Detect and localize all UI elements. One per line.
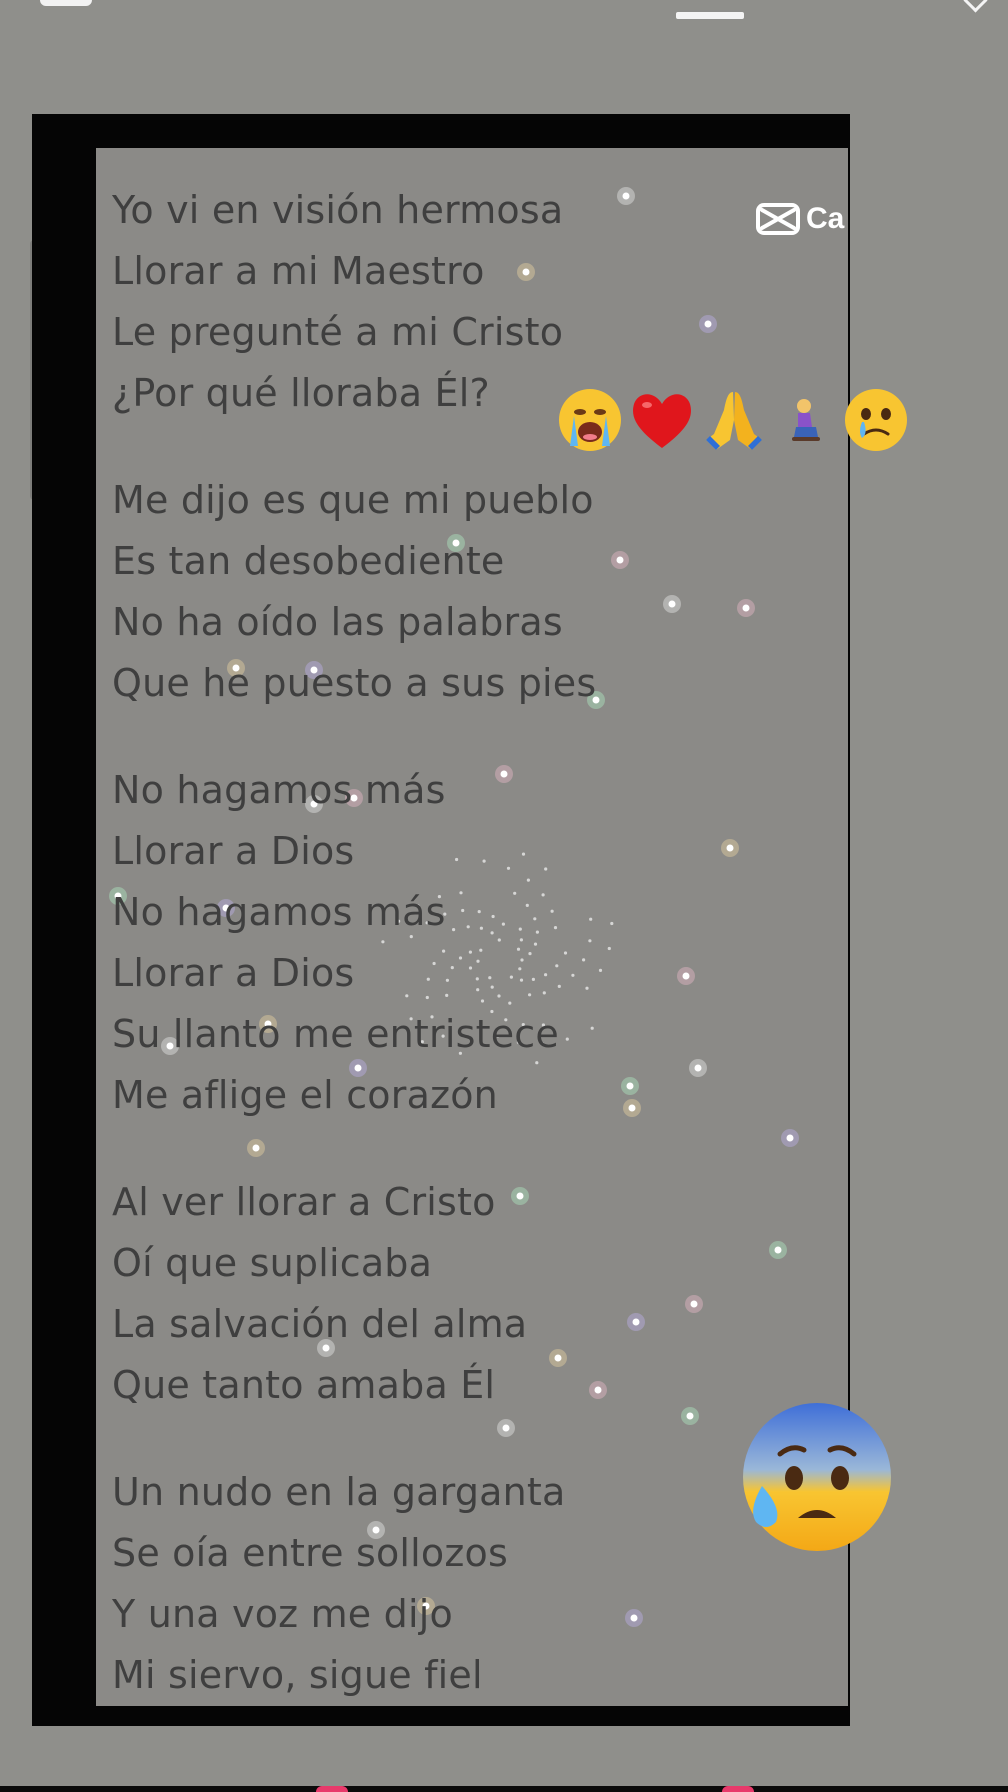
sparkle-glow	[737, 599, 755, 617]
capcut-logo-icon	[756, 203, 800, 235]
video-frame[interactable]: Yo vi en visión hermosa Llorar a mi Maest…	[32, 114, 850, 1726]
drag-handle[interactable]	[676, 12, 744, 19]
lyric-line: Llorar a mi Maestro	[112, 249, 485, 293]
face-holding-back-tears-icon	[845, 389, 907, 451]
back-icon[interactable]	[40, 0, 92, 6]
lyric-line: No ha oído las palabras	[112, 600, 563, 644]
lyric-line: Y una voz me dijo	[112, 1592, 453, 1636]
sparkle-dot	[786, 1134, 794, 1142]
lyric-line: La salvación del alma	[112, 1302, 528, 1346]
lyric-line: Al ver llorar a Cristo	[112, 1180, 496, 1224]
sparkle-dot	[774, 1246, 782, 1254]
lyric-line: Me dijo es que mi pueblo	[112, 478, 594, 522]
lyric-line: Que he puesto a sus pies	[112, 661, 597, 705]
bottom-indicator-left	[316, 1786, 348, 1792]
capcut-label: Ca	[806, 202, 845, 235]
chevron-icon[interactable]	[963, 0, 988, 13]
video-content: Yo vi en visión hermosa Llorar a mi Maest…	[96, 148, 848, 1706]
red-heart-icon	[633, 394, 691, 448]
lyric-line: Llorar a Dios	[112, 829, 355, 873]
praying-hands-icon	[706, 392, 762, 450]
lyric-line: Se oía entre sollozos	[112, 1531, 508, 1575]
lyric-line: Un nudo en la garganta	[112, 1470, 566, 1514]
lyric-line: Le pregunté a mi Cristo	[112, 310, 564, 354]
lyric-line: Oí que suplicaba	[112, 1241, 433, 1285]
lyric-line: Llorar a Dios	[112, 951, 355, 995]
lyric-line: Me aflige el corazón	[112, 1073, 498, 1117]
bottom-indicator-right	[722, 1786, 754, 1792]
bottom-bar	[0, 1786, 1008, 1792]
lyric-line: Su llanto me entristece	[112, 1012, 559, 1056]
anxious-face-with-sweat-icon[interactable]	[738, 1398, 896, 1556]
lyrics-stanza: Al ver llorar a Cristo Oí que suplicaba La…	[112, 1172, 732, 1416]
lyrics-stanza: Un nudo en la garganta Se oía entre sollo…	[112, 1462, 732, 1706]
lyric-line: Yo vi en visión hermosa	[112, 188, 564, 232]
lyric-line: No hagamos más	[112, 890, 446, 934]
sparkle-glow	[781, 1129, 799, 1147]
top-bar	[0, 0, 1008, 24]
crying-face-icon	[559, 389, 621, 451]
lyric-line: Que tanto amaba Él	[112, 1363, 496, 1407]
lyrics-stanza: Me dijo es que mi pueblo Es tan desobedie…	[112, 470, 732, 714]
lyrics-stanza: No hagamos más Llorar a Dios No hagamos má…	[112, 760, 732, 1126]
kneeling-woman-icon	[792, 399, 820, 441]
sparkle-dot	[742, 604, 750, 612]
sparkle-glow	[769, 1241, 787, 1259]
emoji-sticker-row[interactable]	[556, 386, 910, 454]
capcut-watermark: Ca	[756, 202, 848, 236]
lyric-line: No hagamos más	[112, 768, 446, 812]
lyric-line: Mi siervo, sigue fiel	[112, 1653, 483, 1697]
lyric-line: Es tan desobediente	[112, 539, 505, 583]
